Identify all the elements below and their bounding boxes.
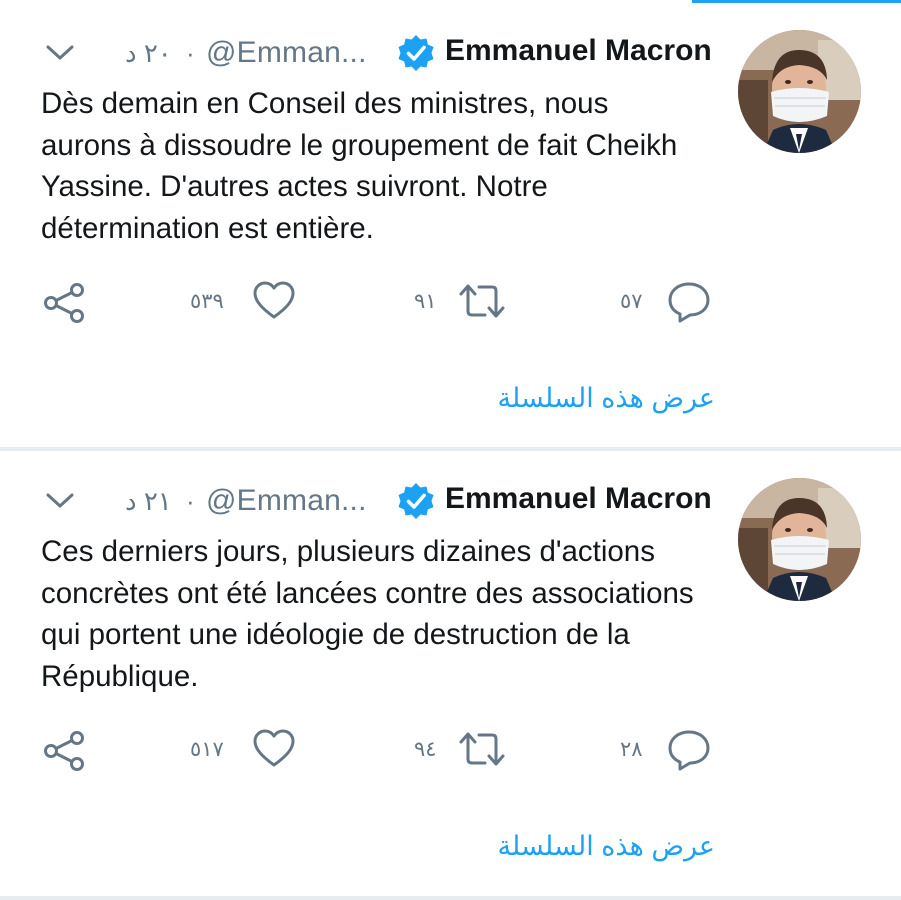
- retweet-icon[interactable]: [455, 281, 509, 321]
- retweet-icon[interactable]: [455, 729, 509, 769]
- share-icon[interactable]: [43, 731, 87, 771]
- reply-count: ٢٨: [620, 738, 643, 761]
- tweet-text: Ces derniers jours, plusieurs dizaines d…: [41, 535, 694, 693]
- reply-icon[interactable]: [666, 727, 712, 773]
- avatar[interactable]: [738, 30, 861, 153]
- retweet-count: ٩١: [414, 290, 437, 313]
- chevron-down-icon[interactable]: [44, 41, 76, 63]
- like-count: ٥١٧: [190, 738, 224, 761]
- tweet-card[interactable]: ٢٠ د · @Emman... Emmanuel Macron Dès dem…: [0, 3, 901, 449]
- verified-badge-icon: [398, 35, 434, 71]
- show-thread-link[interactable]: عرض هذه السلسلة: [495, 831, 715, 862]
- tweet-card[interactable]: ٢١ د · @Emman... Emmanuel Macron Ces der…: [0, 451, 901, 897]
- tweet-timestamp[interactable]: ٢١ د: [125, 486, 172, 517]
- reply-count: ٥٧: [620, 290, 643, 313]
- like-count: ٥٣٩: [190, 290, 224, 313]
- verified-badge-icon: [398, 483, 434, 519]
- reply-icon[interactable]: [666, 279, 712, 325]
- share-icon[interactable]: [43, 283, 87, 323]
- tweet-timestamp[interactable]: ٢٠ د: [125, 38, 172, 69]
- retweet-count: ٩٤: [414, 738, 437, 761]
- separator-dot: ·: [186, 38, 195, 68]
- separator-dot: ·: [186, 486, 195, 516]
- chevron-down-icon[interactable]: [44, 489, 76, 511]
- heart-icon[interactable]: [252, 727, 296, 771]
- tweet-divider: [0, 896, 901, 900]
- author-name[interactable]: Emmanuel Macron: [445, 34, 712, 68]
- show-thread-link[interactable]: عرض هذه السلسلة: [495, 383, 715, 414]
- author-name[interactable]: Emmanuel Macron: [445, 482, 712, 516]
- heart-icon[interactable]: [252, 279, 296, 323]
- author-handle[interactable]: @Emman...: [206, 484, 367, 518]
- author-handle[interactable]: @Emman...: [206, 36, 367, 70]
- avatar[interactable]: [738, 478, 861, 601]
- tweet-text: Dès demain en Conseil des ministres, nou…: [41, 87, 678, 245]
